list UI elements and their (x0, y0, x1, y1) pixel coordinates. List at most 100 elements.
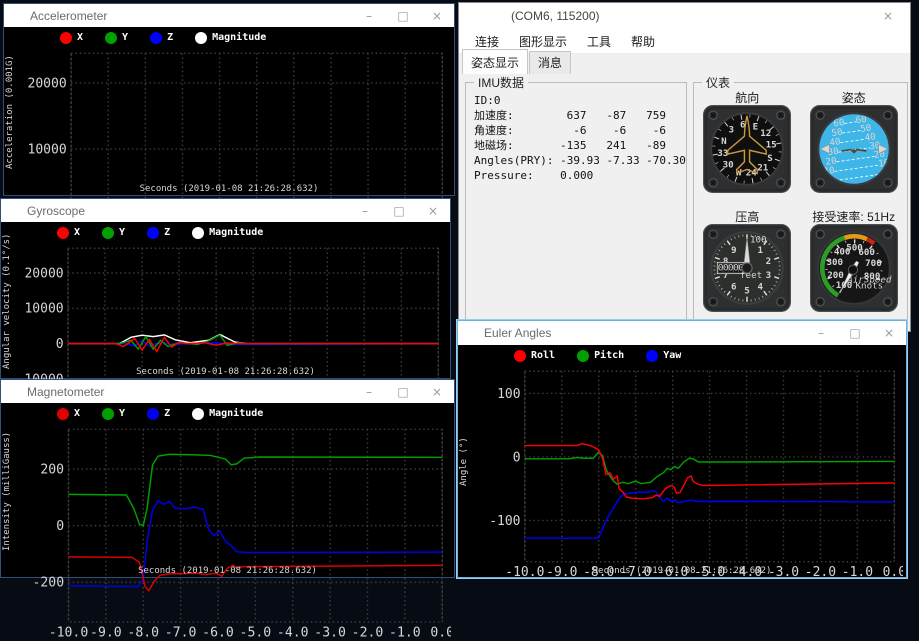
svg-text:-3.0: -3.0 (314, 626, 346, 641)
svg-text:21: 21 (757, 162, 769, 173)
altimeter-gauge: 12345678910000000feet (703, 224, 791, 312)
svg-text:-5.0: -5.0 (240, 626, 272, 641)
minimize-button[interactable]: – (804, 321, 838, 345)
attitude-gauge-cell: 姿态 606050504040303020201010 (810, 87, 898, 206)
legend-label: Magnitude (212, 32, 266, 43)
svg-text:-9.0: -9.0 (90, 626, 122, 641)
legend-item-magnitude[interactable]: Magnitude (192, 408, 263, 420)
window-controls: – □ × (804, 321, 906, 345)
legend-dot (192, 227, 204, 239)
magnetometer-window: Magnetometer – □ × X Y Z Magnitude Intensit… (0, 379, 455, 578)
svg-text:5: 5 (744, 286, 750, 297)
close-button[interactable]: × (866, 3, 910, 29)
accelerometer-titlebar[interactable]: Accelerometer – □ × (4, 4, 454, 28)
legend-item-y[interactable]: Y (105, 32, 128, 44)
accelerometer-chart: XYZMagnitude Acceleration (0.001G) -10.0… (4, 27, 454, 195)
close-button[interactable]: × (420, 4, 454, 27)
airspeed-gauge-label: 接受速率: 51Hz (812, 208, 895, 224)
svg-text:33: 33 (718, 148, 729, 159)
minimize-button[interactable]: – (352, 380, 386, 403)
legend-label: Magnitude (209, 227, 263, 238)
altimeter-gauge-label: 压高 (735, 208, 759, 224)
magnetometer-titlebar[interactable]: Magnetometer – □ × (1, 380, 454, 404)
window-controls: – □ × (348, 199, 450, 222)
instruments-groupbox: 仪表 航向 N36E1215S2124W3033 姿态 606050504040… (693, 82, 908, 326)
magnetometer-chart: XYZMagnitude Intensity (milliGauss) -10.… (1, 403, 454, 577)
svg-text:12: 12 (761, 128, 772, 139)
maximize-button[interactable]: □ (382, 199, 416, 222)
legend-item-roll[interactable]: Roll (514, 350, 555, 362)
legend-dot (195, 32, 207, 44)
svg-text:9: 9 (731, 245, 737, 256)
legend-label: Y (119, 408, 125, 419)
gyroscope-window: Gyroscope – □ × XYZMagnitude Angular vel… (0, 198, 451, 379)
svg-text:2: 2 (766, 256, 772, 267)
legend-item-x[interactable]: X (60, 32, 83, 44)
svg-text:-4.0: -4.0 (277, 626, 309, 641)
maximize-button[interactable]: □ (838, 321, 872, 345)
svg-text:10000: 10000 (24, 302, 63, 317)
svg-text:700: 700 (865, 258, 882, 269)
svg-text:0: 0 (513, 450, 521, 465)
legend-dot (147, 227, 159, 239)
legend-item-y[interactable]: Y (102, 227, 125, 239)
y-axis-label: Angle (°) (458, 363, 470, 561)
maximize-button[interactable]: □ (386, 380, 420, 403)
svg-text:20000: 20000 (27, 76, 66, 91)
y-axis-label: Acceleration (0.001G) (4, 45, 16, 179)
window-title: Euler Angles (484, 326, 551, 340)
close-button[interactable]: × (416, 199, 450, 222)
svg-text:E: E (753, 122, 759, 133)
heading-gauge-label: 航向 (735, 89, 759, 105)
svg-text:3: 3 (766, 270, 772, 281)
legend-item-z[interactable]: Z (147, 227, 170, 239)
window-controls: – □ × (352, 380, 454, 403)
legend-item-x[interactable]: X (57, 227, 80, 239)
svg-text:15: 15 (766, 139, 777, 150)
maximize-button[interactable]: □ (386, 4, 420, 27)
svg-text:200: 200 (827, 270, 844, 281)
svg-text:600: 600 (858, 247, 875, 258)
close-button[interactable]: × (872, 321, 906, 345)
legend-dot (102, 227, 114, 239)
x-axis-label: Seconds (2019-01-08 21:26:28.632) (458, 566, 906, 576)
y-axis-label: Intensity (milliGauss) (1, 421, 13, 561)
svg-text:3: 3 (729, 125, 735, 136)
menu-item-4[interactable]: 帮助 (621, 30, 665, 53)
desktop: { "controls": {"minimize": "–", "maximiz… (0, 0, 919, 578)
com6-titlebar[interactable]: (COM6, 115200) × (459, 3, 910, 29)
imu-data-groupbox: IMU数据 ID:0加速度: 637 -87 759角速度: -6 -6 -6地… (465, 82, 687, 326)
svg-text:6: 6 (731, 281, 737, 292)
tab-2[interactable]: 消息 (529, 51, 571, 74)
gauge-grid: 航向 N36E1215S2124W3033 姿态 606050504040303… (694, 87, 907, 325)
legend-item-z[interactable]: Z (150, 32, 173, 44)
magnetometer-plot: -10.0-9.0-8.0-7.0-6.0-5.0-4.0-3.0-2.0-1.… (13, 422, 451, 641)
legend-label: Roll (531, 350, 555, 361)
minimize-button[interactable]: – (348, 199, 382, 222)
window-title: (COM6, 115200) (511, 9, 599, 23)
legend-label: Y (119, 227, 125, 238)
legend-label: X (77, 32, 83, 43)
imu-line: 地磁场: -135 241 -89 (474, 138, 680, 153)
airspeed-gauge-cell: 接受速率: 51Hz 100200300400500600700800AirSp… (810, 206, 898, 325)
legend-dot (105, 32, 117, 44)
legend-item-yaw[interactable]: Yaw (646, 350, 681, 362)
legend-item-y[interactable]: Y (102, 408, 125, 420)
euler-titlebar[interactable]: Euler Angles – □ × (458, 321, 906, 346)
gyroscope-titlebar[interactable]: Gyroscope – □ × (1, 199, 450, 223)
menu-item-3[interactable]: 工具 (577, 30, 621, 53)
legend-dot (577, 350, 589, 362)
window-controls: × (866, 3, 910, 29)
close-button[interactable]: × (420, 380, 454, 403)
legend-item-z[interactable]: Z (147, 408, 170, 420)
x-axis-label: Seconds (2019-01-08 21:26:28.632) (1, 566, 454, 576)
attitude-gauge-label: 姿态 (842, 89, 866, 105)
legend-item-pitch[interactable]: Pitch (577, 350, 624, 362)
svg-text:10000: 10000 (27, 142, 66, 157)
minimize-button[interactable]: – (352, 4, 386, 27)
legend-label: Pitch (594, 350, 624, 361)
legend-item-x[interactable]: X (57, 408, 80, 420)
tab-1[interactable]: 姿态显示 (462, 49, 528, 74)
legend-item-magnitude[interactable]: Magnitude (192, 227, 263, 239)
legend-item-magnitude[interactable]: Magnitude (195, 32, 266, 44)
